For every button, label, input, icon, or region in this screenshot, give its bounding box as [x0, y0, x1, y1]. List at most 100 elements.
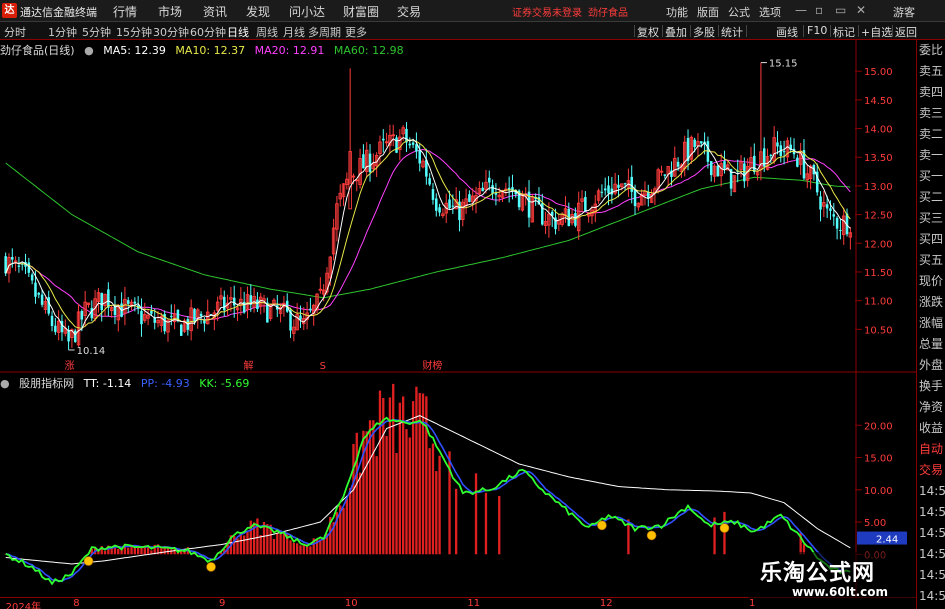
- menu-market[interactable]: 市场: [158, 3, 182, 20]
- period-intraday[interactable]: 分时: [4, 24, 26, 40]
- tool-adjust[interactable]: 复权: [637, 24, 659, 40]
- side-panel-item[interactable]: 自动: [917, 439, 945, 460]
- side-panel-item[interactable]: 买一: [917, 166, 945, 187]
- side-panel-item[interactable]: 现价: [917, 271, 945, 292]
- buy-signal-dot: [719, 523, 730, 533]
- side-panel-item[interactable]: 总量: [917, 334, 945, 355]
- menu-options[interactable]: 选项: [759, 4, 781, 20]
- tool-overlay[interactable]: 叠加: [665, 24, 687, 40]
- side-panel-item[interactable]: 14:56: [917, 502, 945, 523]
- side-panel-item[interactable]: 14:56: [917, 481, 945, 502]
- price-tick-label: 11.50: [864, 268, 893, 279]
- candlestick-chart[interactable]: 15.00 14.50 14.00 13.50 13.00 12.50 12.00 11.50…: [0, 40, 916, 373]
- menu-function[interactable]: 功能: [666, 4, 688, 20]
- indicator-dropdown-icon[interactable]: ●: [0, 377, 10, 390]
- side-panel-item[interactable]: 换手: [917, 376, 945, 397]
- candle-body: [448, 199, 451, 209]
- side-panel-item[interactable]: 外盘: [917, 355, 945, 376]
- side-panel-item[interactable]: 净资: [917, 397, 945, 418]
- side-panel-item[interactable]: 涨幅: [917, 313, 945, 334]
- period-more[interactable]: 更多: [345, 24, 367, 40]
- menu-wealth[interactable]: 财富圈: [343, 3, 379, 20]
- menu-trade[interactable]: 交易: [397, 3, 421, 20]
- menu-formula[interactable]: 公式: [728, 4, 750, 20]
- period-monthly[interactable]: 月线: [283, 24, 305, 40]
- side-panel-item[interactable]: 买三: [917, 208, 945, 229]
- candle-body: [17, 265, 21, 267]
- side-panel-item[interactable]: 买二: [917, 187, 945, 208]
- side-panel-item[interactable]: 14:56: [917, 586, 945, 607]
- indicator-bar: [405, 429, 408, 555]
- candle-body: [693, 139, 696, 148]
- tool-add-watchlist[interactable]: +自选: [861, 24, 892, 40]
- menu-quotes[interactable]: 行情: [113, 3, 137, 20]
- indicator-bar: [282, 532, 286, 555]
- indicator-tick-label: 20.00: [864, 421, 893, 432]
- minimize-icon[interactable]: —: [795, 3, 807, 17]
- candle-body: [37, 292, 41, 295]
- period-1min[interactable]: 1分钟: [48, 24, 77, 40]
- candle-body: [835, 217, 839, 229]
- indicator-bar: [431, 443, 435, 555]
- guest-login[interactable]: 游客: [893, 4, 915, 20]
- tool-draw[interactable]: 画线: [776, 24, 798, 40]
- menu-ask[interactable]: 问小达: [289, 3, 325, 20]
- price-tick-label: 13.00: [864, 182, 893, 193]
- side-panel-item[interactable]: 14:56: [917, 544, 945, 565]
- login-warning[interactable]: 证券交易未登录: [512, 4, 582, 19]
- high-price-label: 15.15: [769, 59, 798, 70]
- side-panel-item[interactable]: 涨跌: [917, 292, 945, 313]
- restore-icon[interactable]: ▫: [815, 3, 823, 17]
- side-panel-item[interactable]: 14:56: [917, 565, 945, 586]
- side-panel-item[interactable]: 14:56: [917, 523, 945, 544]
- menu-news[interactable]: 资讯: [203, 3, 227, 20]
- period-multi[interactable]: 多周期: [308, 24, 341, 40]
- period-5min[interactable]: 5分钟: [82, 24, 111, 40]
- close-icon[interactable]: ✕: [856, 3, 866, 17]
- date-label: 10: [344, 598, 358, 609]
- candle-body: [481, 187, 484, 192]
- watermark-title: 乐淘公式网: [760, 561, 876, 586]
- tool-mark[interactable]: 标记: [833, 24, 855, 40]
- period-30min[interactable]: 30分钟: [153, 24, 189, 40]
- legend-dropdown-icon[interactable]: ●: [84, 44, 94, 57]
- indicator-bar: [362, 430, 365, 555]
- toolbar-divider: [858, 25, 859, 37]
- tool-multi-stock[interactable]: 多股: [693, 24, 715, 40]
- menu-layout[interactable]: 版面: [697, 4, 719, 20]
- indicator-bar: [385, 436, 388, 555]
- side-panel-item[interactable]: 买四: [917, 229, 945, 250]
- indicator-bar: [498, 495, 501, 555]
- buy-signal-dot: [597, 520, 607, 531]
- side-panel-item[interactable]: 卖一: [917, 145, 945, 166]
- price-tick-label: 13.50: [864, 153, 893, 164]
- period-weekly[interactable]: 周线: [256, 24, 278, 40]
- maximize-icon[interactable]: ▭: [835, 3, 846, 17]
- indicator-bar: [266, 524, 269, 555]
- side-panel-item[interactable]: 卖四: [917, 82, 945, 103]
- candle-body: [170, 315, 173, 317]
- candle-body: [716, 165, 720, 177]
- indicator-bar: [295, 543, 299, 555]
- side-panel-item[interactable]: 卖二: [917, 124, 945, 145]
- side-panel-item[interactable]: 委比: [917, 40, 945, 61]
- period-15min[interactable]: 15分钟: [116, 24, 152, 40]
- tool-statistics[interactable]: 统计: [721, 24, 743, 40]
- period-daily[interactable]: 日线: [227, 24, 249, 40]
- tool-back[interactable]: 返回: [895, 24, 917, 40]
- candle-body: [825, 204, 829, 209]
- side-panel-item[interactable]: 交易: [917, 460, 945, 481]
- tool-f10[interactable]: F10: [807, 24, 827, 37]
- period-60min[interactable]: 60分钟: [190, 24, 226, 40]
- legend-kk: KK: -5.69: [199, 377, 250, 390]
- candle-body: [67, 329, 70, 342]
- side-panel-item[interactable]: 卖三: [917, 103, 945, 124]
- side-panel-item[interactable]: 买五: [917, 250, 945, 271]
- menu-discover[interactable]: 发现: [246, 3, 270, 20]
- indicator-bar: [352, 444, 355, 555]
- side-panel-item[interactable]: 收益: [917, 418, 945, 439]
- current-value-label: 2.44: [876, 535, 898, 546]
- candle-body: [203, 320, 206, 324]
- indicator-bar: [140, 547, 143, 555]
- side-panel-item[interactable]: 卖五: [917, 61, 945, 82]
